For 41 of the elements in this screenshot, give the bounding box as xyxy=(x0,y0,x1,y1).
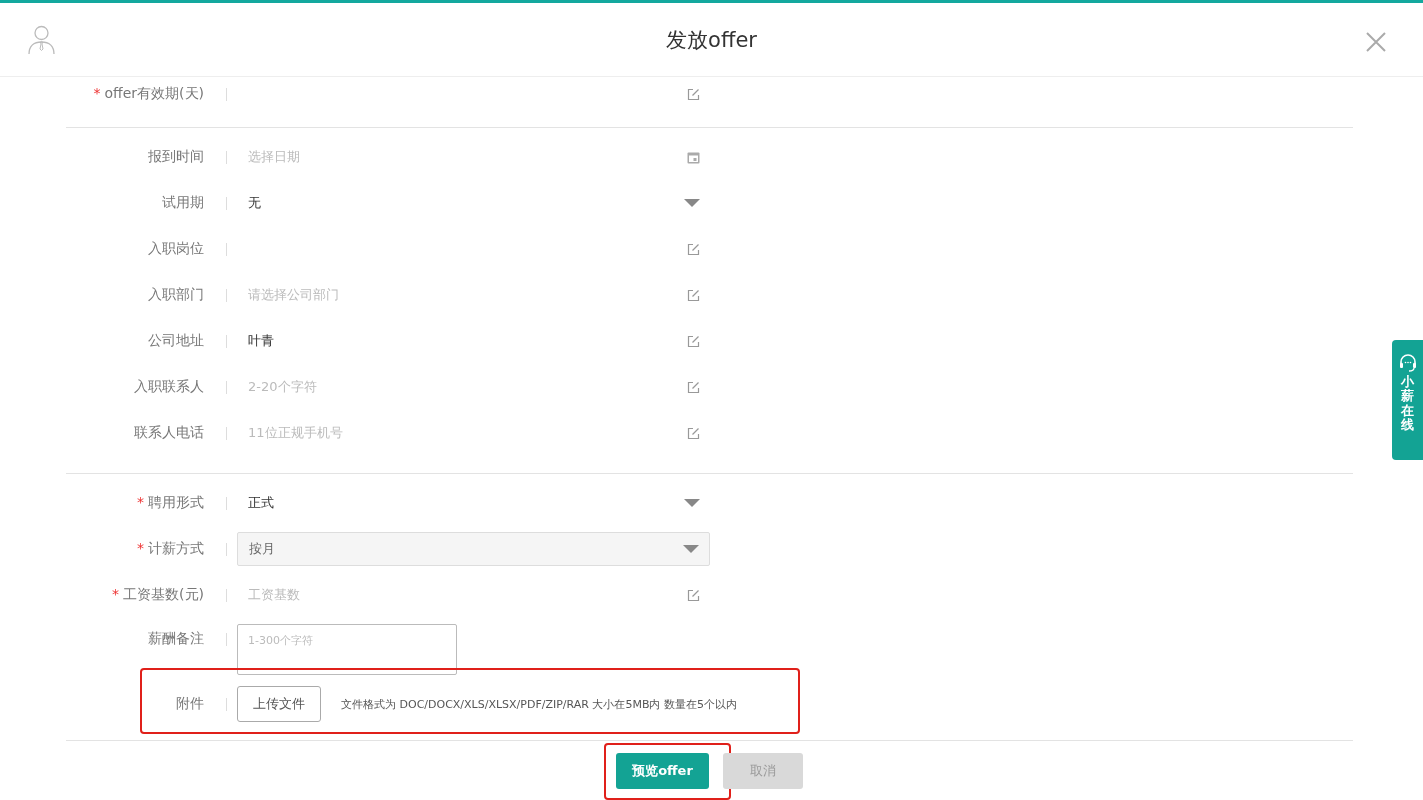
field-label: 试用期 xyxy=(161,194,204,212)
field-label: 入职部门 xyxy=(147,286,204,304)
input-field[interactable]: 11位正规手机号 xyxy=(237,416,710,450)
select-field[interactable]: 无 xyxy=(237,186,710,220)
input-field[interactable]: 请选择公司部门 xyxy=(237,278,710,312)
select-field[interactable]: 正式 xyxy=(237,486,710,520)
field-label: * 工资基数(元) xyxy=(111,586,204,604)
field-label: 附件 xyxy=(175,695,204,713)
close-icon[interactable] xyxy=(1366,32,1386,52)
textarea-field[interactable]: 1-300个字符 xyxy=(237,624,457,675)
field-label: 入职联系人 xyxy=(133,378,204,396)
caret-icon[interactable] xyxy=(684,498,700,508)
field-label: 报到时间 xyxy=(147,148,204,166)
preview-button[interactable]: 预览offer xyxy=(616,753,709,789)
field-label: 公司地址 xyxy=(147,332,204,350)
input-field[interactable]: 2-20个字符 xyxy=(237,370,710,404)
edit-icon[interactable] xyxy=(687,334,700,348)
input-field[interactable]: 叶青 xyxy=(237,324,710,358)
widget-label: 小薪在线 xyxy=(1401,375,1414,433)
edit-icon[interactable] xyxy=(687,380,700,394)
field-label: 联系人电话 xyxy=(133,424,204,442)
field-label: * offer有效期(天) xyxy=(92,85,204,103)
caret-icon[interactable] xyxy=(684,198,700,208)
dialog-title: 发放offer xyxy=(666,26,757,54)
file-hint: 文件格式为 DOC/DOCX/XLS/XLSX/PDF/ZIP/RAR 大小在5MB内 数量在5个以内 xyxy=(341,696,737,712)
edit-icon[interactable] xyxy=(687,87,700,101)
edit-icon[interactable] xyxy=(687,588,700,602)
field-label: * 聘用形式 xyxy=(136,494,204,512)
field-label: 薪酬备注 xyxy=(147,629,204,648)
field-label: * 计薪方式 xyxy=(136,540,204,558)
edit-icon[interactable] xyxy=(687,426,700,440)
field-label: 入职岗位 xyxy=(147,240,204,258)
date-field[interactable]: 选择日期 xyxy=(237,140,710,174)
input-field[interactable]: 工资基数 xyxy=(237,578,710,612)
headset-icon xyxy=(1398,354,1417,372)
user-icon[interactable] xyxy=(28,25,55,55)
upload-button[interactable]: 上传文件 xyxy=(237,686,321,722)
edit-icon[interactable] xyxy=(687,288,700,302)
calendar-icon[interactable] xyxy=(687,150,700,164)
edit-icon[interactable] xyxy=(687,242,700,256)
support-widget[interactable]: 小薪在线 xyxy=(1392,340,1423,460)
